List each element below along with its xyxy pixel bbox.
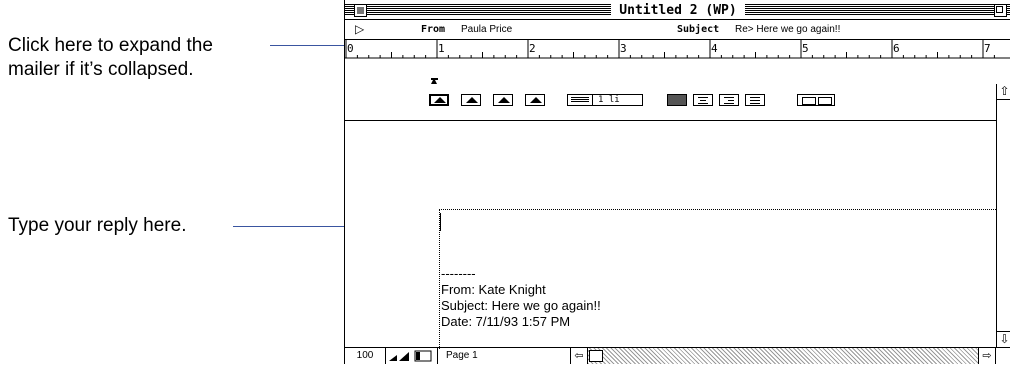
left-tab-icon[interactable] [429, 94, 449, 106]
mailer-expand-icon[interactable]: ▷ [355, 23, 364, 35]
quoted-separator: -------- [441, 266, 476, 281]
right-tab-icon[interactable] [493, 94, 513, 106]
zoom-box-icon[interactable] [994, 4, 1007, 17]
callout-expand-line2: mailer if it’s collapsed. [8, 59, 194, 80]
ruler-number: 6 [893, 42, 900, 55]
scroll-up-icon[interactable]: ⇧ [997, 84, 1010, 100]
scroll-down-icon[interactable]: ⇩ [997, 331, 1010, 347]
ruler-number: 5 [802, 42, 809, 55]
ruler-number: 4 [711, 42, 718, 55]
page-indicator[interactable]: Page 1 [437, 348, 571, 364]
scroll-thumb[interactable] [589, 350, 603, 362]
ruler-number: 0 [347, 42, 354, 55]
scroll-right-icon[interactable]: ⇨ [978, 348, 995, 364]
ruler-ticks [345, 40, 1010, 84]
mailer-bar: ▷ From Paula Price Subject Re> Here we g… [345, 20, 1010, 40]
document-window: Untitled 2 (WP) ▷ From Paula Price Subje… [344, 0, 1010, 364]
reply-area-border [439, 209, 996, 210]
quoted-from: From: Kate Knight [441, 282, 546, 297]
quoted-date: Date: 7/11/93 1:57 PM [441, 314, 571, 329]
text-caret [440, 213, 441, 231]
callout-expand-leader [270, 45, 352, 46]
align-right-icon[interactable] [719, 94, 739, 106]
ruler-number: 3 [620, 42, 627, 55]
callout-reply: Type your reply here. [8, 215, 187, 236]
zoom-level[interactable]: 100 [345, 348, 386, 364]
ruler-number: 2 [529, 42, 536, 55]
ruler-number: 7 [984, 42, 991, 55]
subject-value: Re> Here we go again!! [735, 24, 841, 35]
document-body[interactable]: -------- From: Kate Knight Subject: Here… [345, 121, 996, 349]
align-justify-icon[interactable] [745, 94, 765, 106]
zoom-controls-icon[interactable] [387, 350, 435, 362]
quoted-subject: Subject: Here we go again!! [441, 298, 601, 313]
decimal-tab-icon[interactable] [525, 94, 545, 106]
line-spacing-control[interactable]: 1 li [567, 94, 643, 106]
title-bar[interactable]: Untitled 2 (WP) [345, 0, 1010, 20]
horizontal-scrollbar[interactable]: ⇦ ⇨ [571, 348, 996, 364]
callout-expand: Click here to expand the mailer if it’s … [8, 34, 213, 82]
line-spacing-value: 1 li [598, 95, 620, 105]
ruler[interactable]: 0 1 2 3 4 5 6 7 [345, 40, 1010, 84]
from-label: From [421, 24, 446, 35]
center-tab-icon[interactable] [461, 94, 481, 106]
line-spacing-icon [571, 97, 589, 103]
align-left-icon[interactable] [667, 94, 687, 106]
format-toolbar: 1 li [345, 84, 1010, 121]
quoted-header: -------- From: Kate Knight Subject: Here… [441, 266, 601, 330]
page-label: Page 1 [446, 350, 478, 361]
callout-expand-line1: Click here to expand the [8, 35, 213, 56]
from-value: Paula Price [461, 24, 513, 35]
columns-icon[interactable] [797, 94, 835, 106]
align-center-icon[interactable] [693, 94, 713, 106]
scroll-left-icon[interactable]: ⇦ [571, 348, 588, 364]
vertical-scrollbar[interactable]: ⇧ ⇩ [996, 84, 1010, 347]
subject-label: Subject [677, 24, 720, 35]
ruler-number: 1 [438, 42, 445, 55]
status-bar: 100 Page 1 ⇦ ⇨ [345, 347, 1010, 365]
window-title: Untitled 2 (WP) [611, 3, 745, 18]
